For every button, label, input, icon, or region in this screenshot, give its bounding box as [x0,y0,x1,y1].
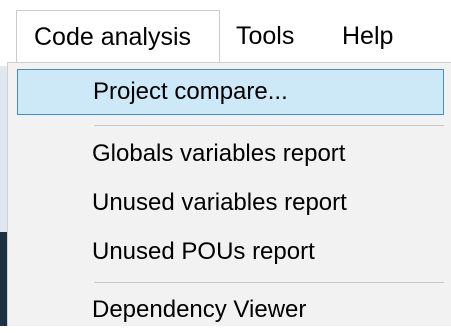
menu-separator [94,282,444,283]
menu-code-analysis[interactable]: Code analysis [16,10,220,62]
menu-item-unused-pous-report[interactable]: Unused POUs report [17,229,444,275]
menu-tools[interactable]: Tools [232,10,322,62]
menu-help[interactable]: Help [338,10,418,62]
menu-item-dependency-viewer[interactable]: Dependency Viewer [17,287,444,333]
menu-item-project-compare[interactable]: Project compare... [17,69,444,115]
menu-bar: Code analysis Tools Help [0,0,451,62]
background-window-edge-dark [0,232,7,326]
menu-item-unused-variables-report[interactable]: Unused variables report [17,180,444,226]
menu-separator [94,125,444,126]
code-analysis-dropdown: Project compare... Globals variables rep… [7,62,451,326]
menu-item-globals-variables-report[interactable]: Globals variables report [17,131,444,177]
